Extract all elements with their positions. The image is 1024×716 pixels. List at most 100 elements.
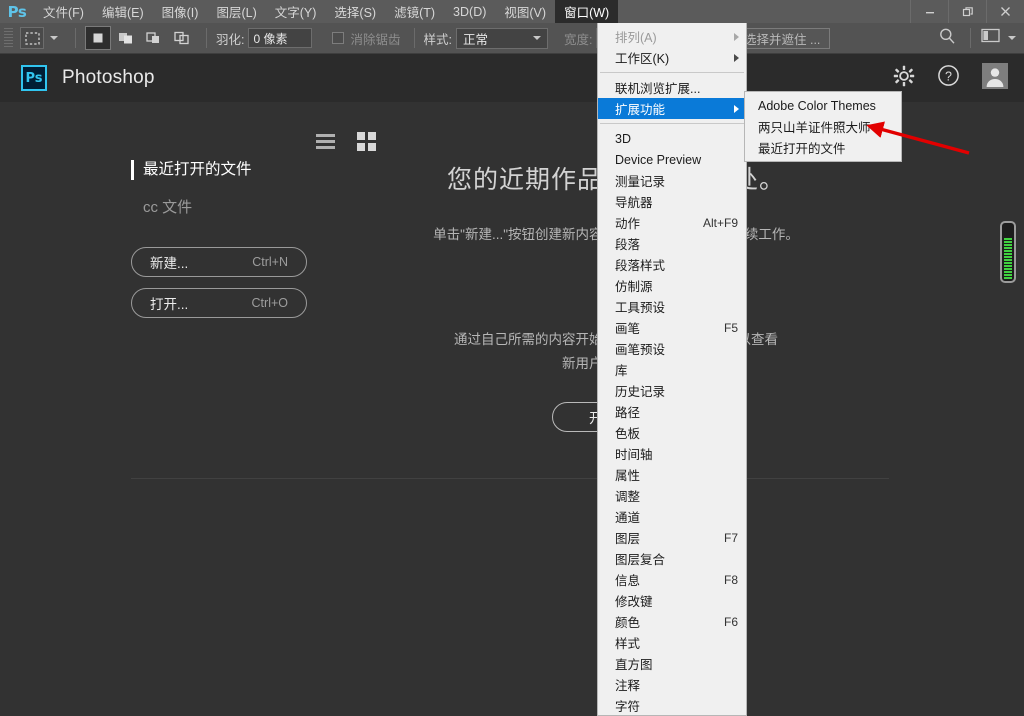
menu-item-shortcut: Alt+F9 bbox=[702, 215, 738, 230]
options-bar-grip[interactable] bbox=[4, 28, 13, 48]
new-selection-icon[interactable] bbox=[85, 26, 111, 50]
feather-input[interactable]: 0 像素 bbox=[248, 28, 313, 48]
menu-item-label: 调整 bbox=[615, 490, 641, 504]
menu-item-label: 属性 bbox=[615, 469, 641, 483]
menu-item-30[interactable]: 样式 bbox=[598, 632, 746, 653]
menu-item-33[interactable]: 字符 bbox=[598, 695, 746, 716]
menu-item-16[interactable]: 画笔预设 bbox=[598, 338, 746, 359]
help-icon[interactable]: ? bbox=[937, 64, 960, 92]
tool-preset-chevron-down-icon[interactable] bbox=[50, 36, 58, 40]
submenu-chevron-right-icon bbox=[734, 53, 739, 62]
menu-item-9[interactable]: 导航器 bbox=[598, 191, 746, 212]
menu-item-label: 工作区(K) bbox=[615, 52, 670, 66]
submenu-chevron-right-icon bbox=[734, 104, 739, 113]
menu-3[interactable]: 图层(L) bbox=[207, 0, 265, 23]
menu-item-label: 库 bbox=[615, 364, 628, 378]
gear-icon[interactable] bbox=[893, 65, 915, 92]
menu-item-29[interactable]: 颜色 F6 bbox=[598, 611, 746, 632]
menu-item-label: 动作 bbox=[615, 217, 641, 231]
menu-item-label: 仿制源 bbox=[615, 280, 653, 294]
menu-item-10[interactable]: 动作 Alt+F9 bbox=[598, 212, 746, 233]
menu-item-31[interactable]: 直方图 bbox=[598, 653, 746, 674]
new-button[interactable]: 新建... Ctrl+N bbox=[131, 247, 307, 277]
subtract-from-selection-icon[interactable] bbox=[141, 26, 167, 50]
menu-item-6[interactable]: 3D bbox=[598, 128, 746, 149]
divider bbox=[75, 28, 76, 48]
menu-1[interactable]: 编辑(E) bbox=[93, 0, 153, 23]
menu-item-1[interactable]: 工作区(K) bbox=[598, 47, 746, 68]
grid-view-icon[interactable] bbox=[357, 132, 376, 151]
sidebar-item-cc-files[interactable]: cc 文件 bbox=[131, 196, 321, 217]
menu-0[interactable]: 文件(F) bbox=[34, 0, 93, 23]
restore-icon[interactable] bbox=[948, 0, 986, 23]
style-label: 样式: bbox=[423, 32, 452, 47]
menu-item-label: 排列(A) bbox=[615, 31, 657, 45]
menu-item-3[interactable]: 联机浏览扩展... bbox=[598, 77, 746, 98]
menu-9[interactable]: 窗口(W) bbox=[555, 0, 619, 23]
header-icons: ? bbox=[893, 54, 1008, 102]
menu-item-15[interactable]: 画笔 F5 bbox=[598, 317, 746, 338]
menu-item-label: 通道 bbox=[615, 511, 641, 525]
menu-7[interactable]: 3D(D) bbox=[444, 0, 495, 23]
extensions-submenu[interactable]: Adobe Color Themes 两只山羊证件照大师 最近打开的文件 bbox=[744, 91, 902, 162]
menu-item-8[interactable]: 测量记录 bbox=[598, 170, 746, 191]
menu-item-label: 颜色 bbox=[615, 616, 641, 630]
open-button-shortcut: Ctrl+O bbox=[251, 296, 288, 310]
list-view-icon[interactable] bbox=[316, 134, 335, 149]
menu-item-label: 样式 bbox=[615, 637, 641, 651]
select-and-mask-button[interactable]: 选择并遮住 ... bbox=[734, 28, 831, 49]
menu-item-label: 3D bbox=[615, 131, 631, 146]
menu-item-19[interactable]: 路径 bbox=[598, 401, 746, 422]
search-icon[interactable] bbox=[938, 27, 956, 50]
chevron-down-icon bbox=[532, 36, 541, 40]
menu-item-shortcut: F5 bbox=[723, 320, 738, 335]
workspace-chevron-down-icon[interactable] bbox=[1008, 36, 1016, 40]
menu-item-26[interactable]: 图层复合 bbox=[598, 548, 746, 569]
menu-8[interactable]: 视图(V) bbox=[495, 0, 555, 23]
menu-item-23[interactable]: 调整 bbox=[598, 485, 746, 506]
menu-item-21[interactable]: 时间轴 bbox=[598, 443, 746, 464]
menu-item-24[interactable]: 通道 bbox=[598, 506, 746, 527]
menu-6[interactable]: 滤镜(T) bbox=[385, 0, 444, 23]
add-to-selection-icon[interactable] bbox=[113, 26, 139, 50]
submenu-chevron-right-icon bbox=[734, 32, 739, 41]
menu-item-4[interactable]: 扩展功能 bbox=[598, 98, 746, 119]
user-avatar-icon[interactable] bbox=[982, 62, 1008, 94]
menu-item-11[interactable]: 段落 bbox=[598, 233, 746, 254]
menu-item-7[interactable]: Device Preview bbox=[598, 149, 746, 170]
menu-item-18[interactable]: 历史记录 bbox=[598, 380, 746, 401]
signal-meter-icon bbox=[1000, 221, 1016, 283]
options-bar-right bbox=[938, 27, 1024, 50]
menu-bar-items: 文件(F) 编辑(E) 图像(I) 图层(L) 文字(Y) 选择(S) 滤镜(T) 3D(D)… bbox=[34, 0, 619, 23]
menu-5[interactable]: 选择(S) bbox=[325, 0, 385, 23]
menu-item-22[interactable]: 属性 bbox=[598, 464, 746, 485]
minimize-icon[interactable] bbox=[910, 0, 948, 23]
menu-4[interactable]: 文字(Y) bbox=[266, 0, 326, 23]
submenu-item-1[interactable]: 两只山羊证件照大师 bbox=[745, 116, 901, 137]
open-button[interactable]: 打开... Ctrl+O bbox=[131, 288, 307, 318]
close-icon[interactable] bbox=[986, 0, 1024, 23]
rectangular-marquee-icon[interactable] bbox=[20, 27, 44, 49]
menu-item-27[interactable]: 信息 F8 bbox=[598, 569, 746, 590]
intersect-selection-icon[interactable] bbox=[169, 26, 195, 50]
menu-item-0[interactable]: 排列(A) bbox=[598, 26, 746, 47]
menu-item-20[interactable]: 色板 bbox=[598, 422, 746, 443]
menu-2[interactable]: 图像(I) bbox=[153, 0, 208, 23]
ps-logo-icon: Ps bbox=[7, 2, 27, 21]
sidebar-item-recent-files[interactable]: 最近打开的文件 bbox=[131, 160, 321, 180]
workspace-switcher-icon[interactable] bbox=[981, 28, 1000, 48]
menu-item-28[interactable]: 修改键 bbox=[598, 590, 746, 611]
style-select[interactable]: 正常 bbox=[455, 27, 548, 49]
submenu-item-2[interactable]: 最近打开的文件 bbox=[745, 137, 901, 158]
window-menu-dropdown[interactable]: 排列(A) 工作区(K) 联机浏览扩展... 扩展功能 3D Device Preview… bbox=[597, 23, 747, 716]
menu-item-12[interactable]: 段落样式 bbox=[598, 254, 746, 275]
menu-item-25[interactable]: 图层 F7 bbox=[598, 527, 746, 548]
menu-item-17[interactable]: 库 bbox=[598, 359, 746, 380]
submenu-item-0[interactable]: Adobe Color Themes bbox=[745, 95, 901, 116]
menu-item-32[interactable]: 注释 bbox=[598, 674, 746, 695]
antialias-checkbox[interactable] bbox=[332, 32, 345, 44]
menu-item-13[interactable]: 仿制源 bbox=[598, 275, 746, 296]
menu-item-label: 段落样式 bbox=[615, 259, 666, 273]
menu-item-label: 图层 bbox=[615, 532, 641, 546]
menu-item-14[interactable]: 工具预设 bbox=[598, 296, 746, 317]
